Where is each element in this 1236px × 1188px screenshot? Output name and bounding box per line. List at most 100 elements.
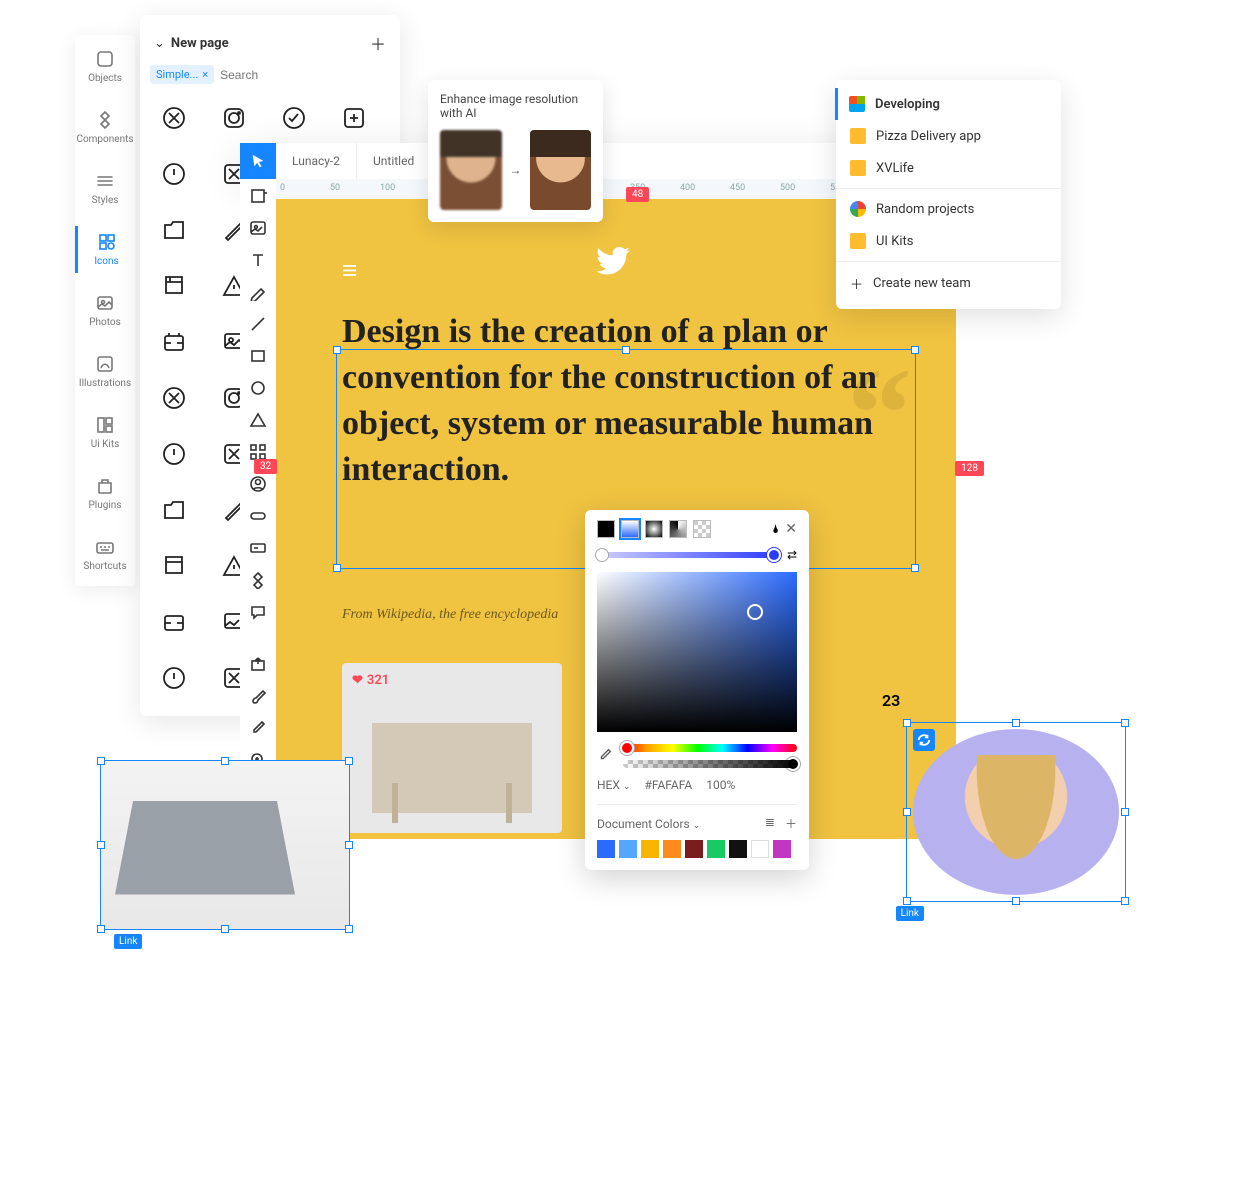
filter-chip[interactable]: Simple...× bbox=[150, 65, 214, 84]
microsoft-icon bbox=[849, 96, 865, 112]
close-icon[interactable]: × bbox=[202, 68, 208, 81]
list-view-icon[interactable]: ≣ bbox=[765, 815, 775, 832]
oval-tool-icon[interactable] bbox=[247, 377, 269, 399]
eyedropper-icon[interactable] bbox=[597, 747, 615, 765]
grid-icon[interactable] bbox=[154, 210, 194, 250]
hex-value[interactable]: #FAFAFA bbox=[644, 778, 692, 792]
swatch[interactable] bbox=[685, 840, 703, 858]
grid-icon[interactable] bbox=[154, 98, 194, 138]
hue-slider[interactable] bbox=[623, 744, 797, 752]
swatch-row bbox=[597, 840, 797, 858]
tab-app[interactable]: Lunacy-2 bbox=[276, 143, 357, 179]
grid-icon[interactable] bbox=[154, 490, 194, 530]
linked-image-laptop[interactable] bbox=[100, 760, 350, 930]
alpha-value[interactable]: 100% bbox=[706, 778, 735, 792]
grid-icon[interactable] bbox=[154, 434, 194, 474]
alpha-slider[interactable] bbox=[623, 760, 797, 768]
swatch[interactable] bbox=[641, 840, 659, 858]
hamburger-icon[interactable]: ≡ bbox=[342, 255, 359, 286]
fill-pattern[interactable] bbox=[693, 520, 711, 538]
rect-tool-icon[interactable] bbox=[247, 345, 269, 367]
add-swatch-icon[interactable]: ＋ bbox=[785, 815, 797, 832]
triangle-tool-icon[interactable] bbox=[247, 409, 269, 431]
grid-icon[interactable] bbox=[154, 154, 194, 194]
image-tool-icon[interactable] bbox=[247, 217, 269, 239]
swatch[interactable] bbox=[663, 840, 681, 858]
team-item[interactable]: Pizza Delivery app bbox=[836, 120, 1061, 152]
close-icon[interactable]: ✕ bbox=[785, 521, 797, 537]
swatch[interactable] bbox=[729, 840, 747, 858]
rail-illustrations[interactable]: Illustrations bbox=[75, 348, 135, 395]
grid-icon[interactable] bbox=[154, 546, 194, 586]
fill-radial[interactable] bbox=[645, 520, 663, 538]
avatar-tool-icon[interactable] bbox=[247, 473, 269, 495]
rail-uikits[interactable]: Ui Kits bbox=[75, 409, 135, 456]
rail-components[interactable]: Components bbox=[75, 104, 135, 151]
artboard-tool-icon[interactable] bbox=[247, 185, 269, 207]
line-tool-icon[interactable] bbox=[247, 313, 269, 335]
twitter-icon bbox=[596, 247, 630, 279]
grid-icon[interactable] bbox=[274, 98, 314, 138]
rail-plugins[interactable]: Plugins bbox=[75, 470, 135, 517]
brush-tool-icon[interactable] bbox=[247, 685, 269, 707]
like-count: ❤321 bbox=[352, 673, 389, 688]
folder-icon bbox=[850, 160, 866, 176]
gradient-stop-slider[interactable] bbox=[597, 552, 779, 558]
teams-dropdown: Developing Pizza Delivery app XVLife Ran… bbox=[836, 80, 1061, 309]
saturation-field[interactable] bbox=[597, 572, 797, 732]
measure-badge: 32 bbox=[254, 459, 277, 474]
hex-mode[interactable]: HEX ⌄ bbox=[597, 778, 630, 792]
diamond-tool-icon[interactable] bbox=[247, 569, 269, 591]
citation-text[interactable]: From Wikipedia, the free encyclopedia bbox=[342, 607, 558, 623]
rail-shortcuts[interactable]: Shortcuts bbox=[75, 531, 135, 578]
grid-icon[interactable] bbox=[214, 98, 254, 138]
rail-photos[interactable]: Photos bbox=[75, 287, 135, 334]
eyedrop-tool-icon[interactable] bbox=[247, 717, 269, 739]
linked-avatar[interactable] bbox=[906, 722, 1126, 902]
grid-icon[interactable] bbox=[154, 658, 194, 698]
export-tool-icon[interactable] bbox=[247, 653, 269, 675]
grid-icon[interactable] bbox=[334, 98, 374, 138]
add-page-button[interactable]: ＋ bbox=[370, 31, 386, 55]
doc-colors-label[interactable]: Document Colors ⌄ bbox=[597, 817, 700, 831]
chevron-down-icon[interactable]: ⌄ bbox=[154, 36, 165, 51]
after-image bbox=[530, 130, 592, 210]
refresh-icon[interactable] bbox=[913, 729, 935, 751]
pointer-tool[interactable] bbox=[240, 143, 276, 179]
ai-title: Enhance image resolution with AI bbox=[440, 92, 591, 120]
rail-styles[interactable]: Styles bbox=[75, 165, 135, 212]
rail-objects[interactable]: Objects bbox=[75, 43, 135, 90]
swatch[interactable] bbox=[597, 840, 615, 858]
rail-icons[interactable]: Icons bbox=[75, 226, 135, 273]
create-team-button[interactable]: ＋Create new team bbox=[836, 266, 1061, 301]
ink-icon[interactable]: 🌢 bbox=[772, 522, 779, 537]
team-heading[interactable]: Developing bbox=[835, 88, 1061, 120]
grid-icon[interactable] bbox=[154, 378, 194, 418]
folder-icon bbox=[850, 128, 866, 144]
page-title[interactable]: New page bbox=[171, 36, 229, 51]
color-picker: 🌢 ✕ ⇄ HEX ⌄ #FAFAFA 100% Document Colors… bbox=[585, 510, 809, 870]
team-item[interactable]: Random projects bbox=[836, 193, 1061, 225]
input-tool-icon[interactable] bbox=[247, 537, 269, 559]
grid-icon[interactable] bbox=[154, 322, 194, 362]
comment-tool-icon[interactable] bbox=[247, 601, 269, 623]
button-tool-icon[interactable] bbox=[247, 505, 269, 527]
swatch[interactable] bbox=[751, 840, 769, 858]
pen-tool-icon[interactable] bbox=[247, 281, 269, 303]
team-item[interactable]: UI Kits bbox=[836, 225, 1061, 257]
fill-angular[interactable] bbox=[669, 520, 687, 538]
search-input[interactable] bbox=[220, 68, 390, 82]
text-tool-icon[interactable] bbox=[247, 249, 269, 271]
grid-icon[interactable] bbox=[154, 266, 194, 306]
swatch[interactable] bbox=[773, 840, 791, 858]
team-item[interactable]: XVLife bbox=[836, 152, 1061, 184]
fill-solid[interactable] bbox=[597, 520, 615, 538]
google-icon bbox=[850, 201, 866, 217]
fill-linear[interactable] bbox=[621, 520, 639, 538]
grid-icon[interactable] bbox=[154, 602, 194, 642]
tab-doc[interactable]: Untitled bbox=[357, 143, 431, 179]
swap-icon[interactable]: ⇄ bbox=[787, 548, 797, 562]
swatch[interactable] bbox=[707, 840, 725, 858]
image-card[interactable]: ❤321 bbox=[342, 663, 562, 833]
swatch[interactable] bbox=[619, 840, 637, 858]
